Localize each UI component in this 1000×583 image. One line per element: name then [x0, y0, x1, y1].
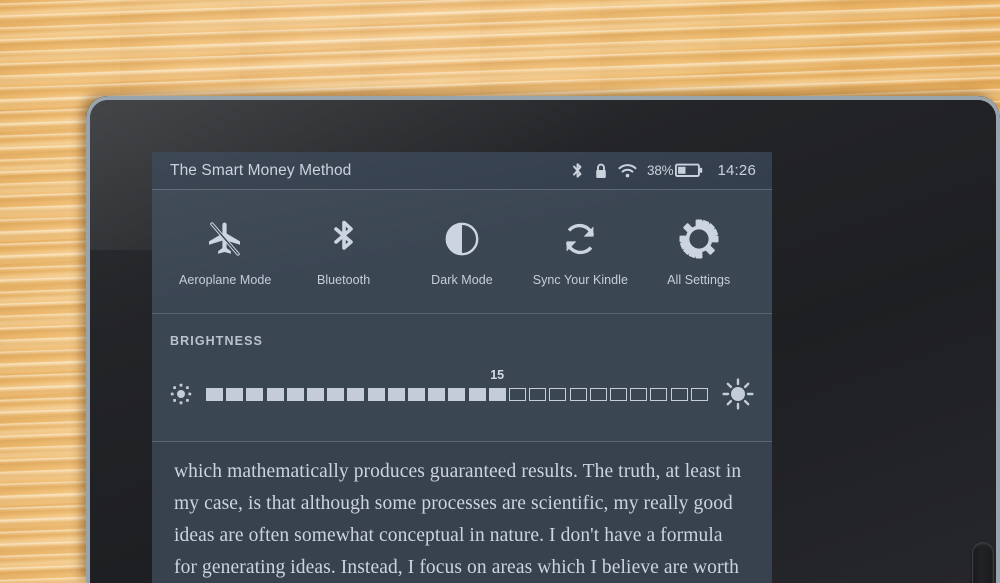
book-title: The Smart Money Method	[170, 161, 352, 179]
brightness-segment[interactable]	[569, 387, 587, 401]
dark-mode-icon	[442, 217, 482, 261]
clock: 14:26	[717, 162, 756, 179]
brightness-segment[interactable]	[327, 387, 345, 401]
brightness-segment[interactable]	[286, 387, 304, 401]
quick-action-aeroplane-mode[interactable]: Aeroplane Mode	[166, 217, 284, 287]
quick-action-dark-mode[interactable]: Dark Mode	[403, 217, 521, 287]
brightness-value-label: 15	[490, 367, 505, 382]
brightness-segment[interactable]	[448, 387, 466, 401]
brightness-section: BRIGHTNESS 15	[152, 314, 772, 442]
brightness-segment[interactable]	[266, 387, 284, 401]
brightness-segment[interactable]	[549, 387, 567, 401]
quick-action-label: Sync Your Kindle	[532, 272, 629, 287]
brightness-segment[interactable]	[509, 387, 527, 401]
quick-action-label: Aeroplane Mode	[178, 272, 272, 287]
brightness-slider-row: 15	[170, 368, 754, 410]
status-indicators: 38% 14:26	[571, 162, 756, 180]
battery-indicator: 38%	[647, 163, 703, 178]
brightness-segment[interactable]	[488, 387, 506, 401]
quick-action-bluetooth[interactable]: Bluetooth	[285, 217, 403, 287]
brightness-segment[interactable]	[347, 387, 365, 401]
book-content: which mathematically produces guaranteed…	[152, 442, 772, 583]
brightness-segment[interactable]	[610, 387, 628, 401]
brightness-segment[interactable]	[650, 387, 668, 401]
brightness-segment[interactable]	[206, 387, 224, 401]
brightness-segment[interactable]	[529, 387, 547, 401]
quick-action-label: Dark Mode	[431, 272, 493, 287]
lock-icon	[594, 162, 608, 180]
page-turn-button[interactable]	[972, 542, 994, 583]
battery-percent-label: 38%	[647, 163, 674, 178]
quick-action-sync-kindle[interactable]: Sync Your Kindle	[521, 217, 639, 287]
brightness-segment[interactable]	[468, 387, 486, 401]
status-bar: The Smart Money Method 38% 14:26	[152, 152, 772, 190]
quick-action-label: Bluetooth	[316, 272, 371, 287]
sync-icon	[560, 217, 600, 261]
book-paragraph: which mathematically produces guaranteed…	[174, 461, 742, 578]
brightness-segment[interactable]	[630, 387, 648, 401]
brightness-segment[interactable]	[246, 387, 264, 401]
quick-action-label: All Settings	[667, 272, 731, 287]
brightness-heading: BRIGHTNESS	[170, 334, 263, 348]
brightness-segment[interactable]	[428, 387, 446, 401]
brightness-segment[interactable]	[307, 387, 325, 401]
brightness-segment[interactable]	[226, 387, 244, 401]
low-brightness-sun-icon[interactable]	[170, 383, 192, 405]
quick-action-all-settings[interactable]: All Settings	[640, 217, 758, 287]
quick-actions-bar: Aeroplane Mode Bluetooth Dark Mode Sync …	[152, 190, 772, 314]
high-brightness-sun-icon[interactable]	[722, 378, 754, 410]
e-reader-screen: The Smart Money Method 38% 14:26 Aeropla…	[152, 152, 772, 583]
brightness-segment[interactable]	[690, 387, 708, 401]
gear-icon	[678, 217, 720, 261]
brightness-slider[interactable]: 15	[206, 368, 708, 401]
bluetooth-icon	[331, 217, 357, 261]
wifi-icon	[618, 163, 637, 179]
brightness-segment[interactable]	[670, 387, 688, 401]
brightness-segment[interactable]	[367, 387, 385, 401]
aeroplane-mode-icon	[204, 217, 246, 261]
battery-icon	[675, 163, 703, 178]
brightness-segment[interactable]	[387, 387, 405, 401]
brightness-segment[interactable]	[589, 387, 607, 401]
brightness-segment[interactable]	[408, 387, 426, 401]
bluetooth-icon	[571, 162, 584, 180]
